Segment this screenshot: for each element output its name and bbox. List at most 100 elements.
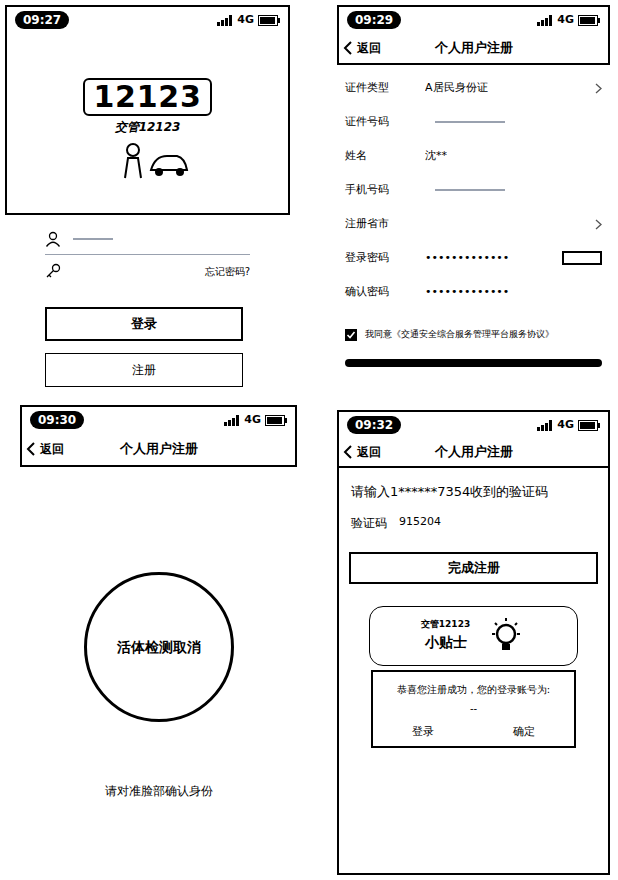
field-label: 确认密码 bbox=[345, 284, 425, 301]
redacted-value bbox=[435, 189, 505, 191]
chevron-right-icon bbox=[595, 83, 602, 94]
password-field[interactable]: 忘记密码? bbox=[45, 255, 250, 287]
register-button-label: 注册 bbox=[132, 361, 156, 379]
liveness-hint: 请对准脸部确认身份 bbox=[105, 782, 213, 800]
nav-title: 个人用户注册 bbox=[92, 439, 225, 459]
login-button-label: 登录 bbox=[131, 314, 157, 334]
network-label: 4G bbox=[237, 12, 254, 29]
back-button[interactable]: 返回 bbox=[339, 443, 409, 461]
agreement-label: 我同意《交通安全综合服务管理平台服务协议》 bbox=[365, 328, 554, 342]
code-field[interactable]: 验证码 915204 bbox=[339, 514, 608, 532]
status-time: 09:30 bbox=[30, 411, 84, 429]
signal-icon bbox=[217, 15, 233, 26]
logo-number: 12123 bbox=[83, 78, 211, 116]
status-bar: 09:32 4G bbox=[339, 412, 608, 438]
forgot-password-link[interactable]: 忘记密码? bbox=[205, 264, 250, 279]
chevron-right-icon bbox=[595, 219, 602, 230]
back-button[interactable]: 返回 bbox=[22, 440, 92, 458]
battery-icon bbox=[578, 420, 600, 431]
field-value: ••••••••••••• bbox=[425, 250, 509, 267]
officer-car-icon bbox=[103, 140, 193, 180]
back-icon bbox=[26, 442, 36, 456]
password-toggle[interactable] bbox=[562, 251, 602, 265]
face-frame: 活体检测取消 bbox=[84, 572, 234, 722]
form-row[interactable]: 确认密码••••••••••••• bbox=[337, 275, 610, 309]
form-row[interactable]: 姓名沈** bbox=[337, 139, 610, 173]
tips-subtitle: 小贴士 bbox=[425, 632, 467, 653]
field-label: 姓名 bbox=[345, 148, 425, 165]
register-button[interactable]: 注册 bbox=[45, 353, 243, 387]
nav-bar: 返回 个人用户注册 bbox=[339, 438, 608, 468]
status-bar: 09:27 4G bbox=[7, 7, 288, 33]
network-label: 4G bbox=[557, 417, 574, 434]
dialog-buttons: 登录确定 bbox=[373, 724, 574, 747]
nav-bar: 返回 个人用户注册 bbox=[339, 33, 608, 63]
network-label: 4G bbox=[244, 412, 261, 429]
back-button[interactable]: 返回 bbox=[339, 39, 409, 57]
nav-title: 个人用户注册 bbox=[409, 38, 538, 58]
field-label: 登录密码 bbox=[345, 250, 425, 267]
dialog-account: -- bbox=[373, 701, 574, 716]
login-header: 09:27 4G 12123 交管12123 bbox=[5, 5, 290, 215]
field-value: 沈** bbox=[425, 148, 447, 165]
field-label: 证件类型 bbox=[345, 80, 425, 97]
code-label: 验证码 bbox=[351, 514, 387, 532]
field-label: 手机号码 bbox=[345, 182, 425, 199]
status-time: 09:29 bbox=[347, 11, 401, 29]
tips-title: 交管12123 bbox=[421, 618, 470, 632]
battery-icon bbox=[265, 415, 287, 426]
lightbulb-icon bbox=[486, 616, 526, 656]
app-logo: 12123 交管12123 bbox=[7, 78, 288, 180]
form-row[interactable]: 登录密码••••••••••••• bbox=[337, 241, 610, 275]
nav-bar: 返回 个人用户注册 bbox=[22, 433, 295, 465]
agreement-checkbox[interactable] bbox=[345, 329, 357, 341]
dialog-button[interactable]: 登录 bbox=[373, 724, 474, 741]
network-label: 4G bbox=[557, 12, 574, 29]
form-row[interactable]: 证件号码 bbox=[337, 105, 610, 139]
username-field[interactable] bbox=[45, 223, 250, 255]
liveness-header: 09:30 4G 返回 个人用户注册 bbox=[20, 405, 297, 467]
tips-banner: 交管12123 小贴士 bbox=[369, 606, 578, 666]
next-button[interactable] bbox=[345, 359, 602, 367]
code-value: 915204 bbox=[399, 514, 441, 531]
back-icon bbox=[343, 41, 353, 55]
logo-subtitle: 交管12123 bbox=[115, 118, 181, 136]
back-icon bbox=[343, 445, 353, 459]
complete-button[interactable]: 完成注册 bbox=[349, 552, 598, 584]
user-icon bbox=[45, 231, 61, 247]
status-bar: 09:29 4G bbox=[339, 7, 608, 33]
redacted-value bbox=[435, 121, 505, 123]
register-screen: 09:29 4G 返回 个人用户注册 bbox=[337, 5, 610, 367]
form-row[interactable]: 注册省市 bbox=[337, 207, 610, 241]
status-time: 09:32 bbox=[347, 416, 401, 434]
signal-icon bbox=[537, 15, 553, 26]
dialog-message: 恭喜您注册成功，您的登录账号为: bbox=[373, 672, 574, 697]
back-label: 返回 bbox=[357, 39, 381, 57]
nav-title: 个人用户注册 bbox=[409, 442, 538, 462]
status-bar: 09:30 4G bbox=[22, 407, 295, 433]
complete-button-label: 完成注册 bbox=[448, 558, 500, 578]
field-value: A居民身份证 bbox=[425, 80, 488, 97]
form-row[interactable]: 证件类型A居民身份证 bbox=[337, 71, 610, 105]
register-header: 09:29 4G 返回 个人用户注册 bbox=[337, 5, 610, 65]
username-redacted bbox=[73, 238, 113, 240]
agreement-row[interactable]: 我同意《交通安全综合服务管理平台服务协议》 bbox=[337, 317, 610, 353]
signal-icon bbox=[537, 420, 553, 431]
success-dialog: 恭喜您注册成功，您的登录账号为: -- 登录确定 bbox=[371, 670, 576, 749]
dialog-button[interactable]: 确定 bbox=[474, 724, 575, 741]
battery-icon bbox=[258, 15, 280, 26]
check-icon bbox=[346, 330, 356, 340]
back-label: 返回 bbox=[40, 440, 64, 458]
liveness-status: 活体检测取消 bbox=[117, 637, 201, 658]
battery-icon bbox=[578, 15, 600, 26]
field-value: ••••••••••••• bbox=[425, 284, 509, 301]
verify-screen: 09:32 4G 返回 个人用户注册 请输入1******7354收到的验证码 … bbox=[337, 410, 610, 875]
status-time: 09:27 bbox=[15, 11, 69, 29]
field-label: 证件号码 bbox=[345, 114, 425, 131]
register-form: 证件类型A居民身份证证件号码姓名沈**手机号码注册省市登录密码•••••••••… bbox=[337, 71, 610, 309]
key-icon bbox=[45, 263, 61, 279]
back-label: 返回 bbox=[357, 443, 381, 461]
form-row[interactable]: 手机号码 bbox=[337, 173, 610, 207]
login-button[interactable]: 登录 bbox=[45, 307, 243, 341]
field-label: 注册省市 bbox=[345, 216, 425, 233]
